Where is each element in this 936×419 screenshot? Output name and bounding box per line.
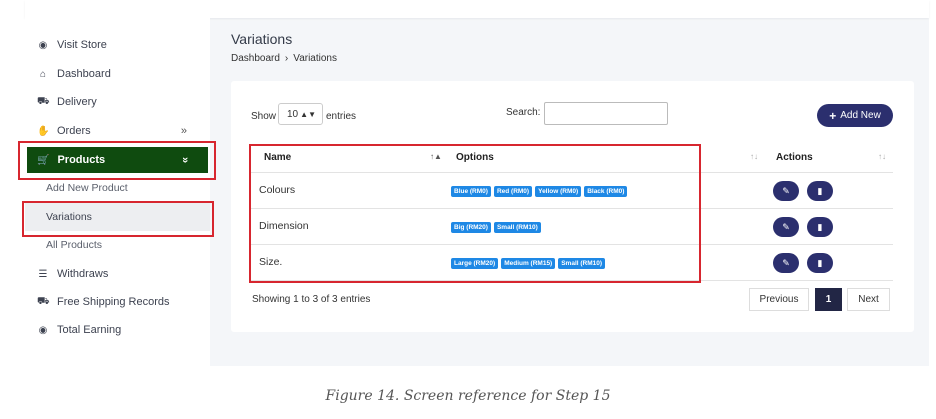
- sidebar-item-label: Free Shipping Records: [57, 296, 170, 308]
- page-length-value: 10: [287, 108, 299, 120]
- previous-button[interactable]: Previous: [749, 288, 809, 311]
- trash-icon: ▮: [817, 221, 823, 232]
- table-info: Showing 1 to 3 of 3 entries: [252, 294, 371, 305]
- hand-icon: ✋: [37, 125, 50, 137]
- page-1-button[interactable]: 1: [815, 288, 842, 311]
- trash-icon: ▮: [817, 257, 823, 268]
- highlight-variations: [22, 201, 214, 237]
- delete-button[interactable]: ▮: [807, 217, 833, 237]
- edit-button[interactable]: ✎: [773, 181, 799, 201]
- sidebar-item-label: Delivery: [57, 96, 97, 108]
- breadcrumb: Dashboard › Variations: [231, 53, 337, 64]
- add-new-label: Add New: [840, 110, 881, 121]
- sidebar-item-dashboard[interactable]: ⌂ Dashboard: [37, 62, 111, 86]
- search-label: Search:: [506, 107, 541, 118]
- breadcrumb-current: Variations: [293, 53, 337, 64]
- sidebar-item-total-earning[interactable]: ◉ Total Earning: [37, 318, 122, 342]
- eye-icon: ◉: [38, 324, 48, 336]
- sidebar-item-free-shipping-records[interactable]: ⛟ Free Shipping Records: [37, 290, 170, 314]
- sidebar-item-label: Total Earning: [57, 324, 122, 336]
- sort-updown-icon: ▲▼: [300, 109, 316, 119]
- add-new-button[interactable]: + Add New: [817, 104, 893, 127]
- highlight-products: [18, 141, 216, 180]
- delete-button[interactable]: ▮: [807, 253, 833, 273]
- sidebar-item-orders[interactable]: ✋ Orders »: [37, 119, 197, 143]
- breadcrumb-separator-icon: ›: [284, 53, 289, 64]
- next-button[interactable]: Next: [847, 288, 890, 311]
- sort-icon[interactable]: ↑↓: [878, 152, 886, 161]
- home-icon: ⌂: [39, 68, 47, 80]
- edit-button[interactable]: ✎: [773, 217, 799, 237]
- entries-label: entries: [326, 111, 357, 122]
- edit-icon: ✎: [782, 257, 790, 268]
- sidebar-item-label: Visit Store: [57, 39, 107, 51]
- column-header-actions[interactable]: Actions: [776, 152, 813, 163]
- page-title: Variations: [231, 31, 293, 47]
- sidebar-item-visit-store[interactable]: ◉ Visit Store: [37, 33, 107, 57]
- show-label: Show: [251, 111, 277, 122]
- sidebar-item-label: Orders: [57, 125, 91, 137]
- edit-icon: ✎: [782, 185, 790, 196]
- chevron-double-right-icon: »: [180, 125, 187, 137]
- trash-icon: ▮: [817, 185, 823, 196]
- sidebar-item-delivery[interactable]: ⛟ Delivery: [37, 90, 97, 114]
- top-bar: [25, 0, 929, 18]
- truck-icon: ⛟: [37, 95, 50, 107]
- sidebar-item-withdraws[interactable]: ☰ Withdraws: [37, 262, 109, 286]
- edit-button[interactable]: ✎: [773, 253, 799, 273]
- sidebar-item-label: Withdraws: [57, 268, 109, 280]
- eye-icon: ◉: [38, 39, 48, 51]
- truck-icon: ⛟: [37, 295, 50, 307]
- plus-icon: +: [829, 108, 837, 123]
- sidebar-item-label: Dashboard: [57, 68, 111, 80]
- edit-icon: ✎: [782, 221, 790, 232]
- figure-caption: Figure 14. Screen reference for Step 15: [325, 388, 611, 404]
- highlight-table: [249, 144, 701, 283]
- list-icon: ☰: [38, 268, 48, 280]
- breadcrumb-dashboard[interactable]: Dashboard: [231, 53, 280, 64]
- sidebar-item-all-products[interactable]: All Products: [46, 234, 102, 256]
- search-input[interactable]: [544, 102, 668, 125]
- page-length-select[interactable]: 10 ▲▼: [278, 103, 323, 125]
- sidebar-item-add-new-product[interactable]: Add New Product: [46, 177, 128, 199]
- sort-icon[interactable]: ↑↓: [750, 152, 758, 161]
- delete-button[interactable]: ▮: [807, 181, 833, 201]
